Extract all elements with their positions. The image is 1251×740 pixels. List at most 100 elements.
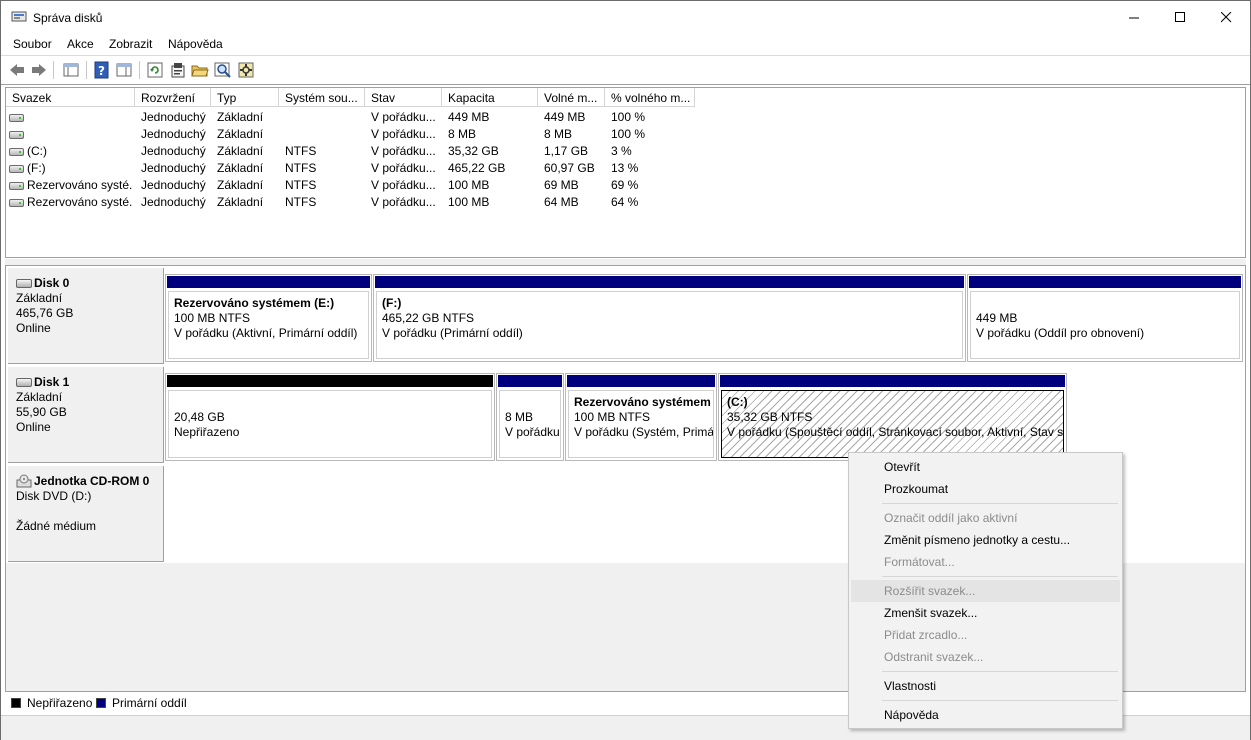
ctx-separator (882, 700, 1118, 701)
partition-8mb[interactable]: 8 MB V pořádku (496, 373, 564, 461)
ctx-properties[interactable]: Vlastnosti (851, 675, 1120, 697)
ctx-separator (882, 503, 1118, 504)
console-tree-icon[interactable] (62, 61, 80, 79)
toolbar-separator (139, 61, 140, 79)
column-header-layout[interactable]: Rozvržení (135, 88, 211, 107)
cdrom-kind: Disk DVD (D:) (16, 489, 92, 503)
primary-partition-bar (566, 374, 716, 388)
partition-status: V pořádku (Primární oddíl) (382, 326, 523, 340)
disk-1-state: Online (16, 420, 51, 434)
partition-status: V pořádku (505, 425, 560, 439)
maximize-button[interactable] (1157, 1, 1203, 34)
disk-1-label[interactable]: Disk 1 Základní 55,90 GB Online (8, 367, 164, 463)
ctx-open[interactable]: Otevřít (851, 456, 1120, 478)
properties-icon[interactable] (169, 61, 187, 79)
show-panel-icon[interactable] (115, 61, 133, 79)
table-row[interactable]: (F:) Jednoduchý Základní NTFS V pořádku... 46… (6, 160, 706, 177)
close-button[interactable] (1203, 1, 1249, 34)
minimize-icon (1128, 17, 1139, 19)
disk-0-name-container: Disk 0 (16, 276, 163, 291)
column-header-capacity[interactable]: Kapacita (442, 88, 538, 107)
settings-icon[interactable] (237, 61, 255, 79)
menu-soubor[interactable]: Soubor (13, 37, 52, 51)
cell-layout: Jednoduchý (141, 161, 206, 175)
ctx-help[interactable]: Nápověda (851, 704, 1120, 726)
cdrom-name: Jednotka CD-ROM 0 (34, 474, 150, 488)
disk-management-window: Správa disků Soubor Akce Zobrazit Nápově… (0, 0, 1251, 740)
hard-disk-icon (16, 279, 32, 288)
partition-recovery[interactable]: 449 MB V pořádku (Oddíl pro obnovení) (967, 274, 1243, 362)
ctx-separator (882, 576, 1118, 577)
disk-1-kind: Základní (16, 390, 63, 404)
disk-row-0: Disk 0 Základní 465,76 GB Online Rezervo… (6, 266, 1245, 364)
partition-system-reserved[interactable]: Rezervováno systémem 100 MB NTFS V pořád… (565, 373, 717, 461)
cell-free: 449 MB (544, 110, 586, 124)
ctx-explore[interactable]: Prozkoumat (851, 478, 1120, 500)
table-row[interactable]: Jednoduchý Základní V pořádku... 8 MB 8 MB 10… (6, 126, 706, 143)
column-header-status[interactable]: Stav (365, 88, 442, 107)
unallocated-bar (166, 374, 494, 388)
forward-icon[interactable] (30, 61, 48, 79)
partition-title (174, 395, 486, 410)
refresh-icon[interactable] (146, 61, 164, 79)
partition-system-reserved-e[interactable]: Rezervováno systémem (E:) 100 MB NTFS V … (165, 274, 372, 362)
partition-f[interactable]: (F:) 465,22 GB NTFS V pořádku (Primární … (373, 274, 966, 362)
volume-drive-icon (9, 165, 24, 173)
partition-size: 8 MB (505, 410, 534, 424)
help-icon[interactable]: ? (93, 61, 111, 79)
disk-0-label[interactable]: Disk 0 Základní 465,76 GB Online (8, 268, 164, 364)
column-header-type[interactable]: Typ (211, 88, 279, 107)
ctx-mark-active: Označit oddíl jako aktivní (884, 511, 1018, 525)
partition-status: V pořádku (Oddíl pro obnovení) (976, 326, 1145, 340)
partition-size: 100 MB NTFS (574, 410, 651, 424)
back-icon[interactable] (8, 61, 26, 79)
disk-0-kind: Základní (16, 291, 63, 305)
table-row[interactable]: Rezervováno systé... Jednoduchý Základní NT… (6, 177, 706, 194)
context-menu: Otevřít Prozkoumat Označit oddíl jako ak… (848, 452, 1123, 729)
menu-akce[interactable]: Akce (67, 37, 94, 51)
cell-name: (C:) (27, 144, 47, 158)
cell-type: Základní (217, 127, 264, 141)
partition-unallocated[interactable]: 20,48 GB Nepřiřazeno (165, 373, 495, 461)
column-header-free[interactable]: Volné m... (538, 88, 605, 107)
minimize-button[interactable] (1111, 1, 1157, 34)
disk-1-size: 55,90 GB (16, 405, 67, 419)
cell-type: Základní (217, 178, 264, 192)
cdrom-state: Žádné médium (16, 519, 97, 533)
volume-drive-icon (9, 182, 24, 190)
open-folder-icon[interactable] (191, 61, 209, 79)
table-row[interactable]: Rezervováno systé... Jednoduchý Základní NT… (6, 194, 706, 211)
table-row[interactable]: Jednoduchý Základní V pořádku... 449 MB 449 … (6, 109, 706, 126)
legend-primary-label: Primární oddíl (112, 696, 187, 710)
cell-layout: Jednoduchý (141, 144, 206, 158)
explore-icon[interactable] (214, 61, 232, 79)
cell-capacity: 449 MB (448, 110, 490, 124)
cell-capacity: 100 MB (448, 178, 490, 192)
cell-fs: NTFS (285, 144, 317, 158)
cell-layout: Jednoduchý (141, 195, 206, 209)
disk-management-app-icon (11, 11, 27, 22)
partition-size: 35,32 GB NTFS (727, 410, 813, 424)
partition-title: (C:) (727, 395, 748, 409)
primary-partition-bar (719, 374, 1066, 388)
column-header-volume[interactable]: Svazek (6, 88, 135, 107)
ctx-shrink-volume[interactable]: Zmenšit svazek... (851, 602, 1120, 624)
disk-1-partitions: 20,48 GB Nepřiřazeno 8 MB V pořádku Reze… (165, 367, 1069, 463)
table-row[interactable]: (C:) Jednoduchý Základní NTFS V pořádku... 35… (6, 143, 706, 160)
partition-c-selected[interactable]: (C:) 35,32 GB NTFS V pořádku (Spouštěcí … (718, 373, 1067, 461)
cell-fs: NTFS (285, 161, 317, 175)
cell-capacity: 100 MB (448, 195, 490, 209)
cdrom-label[interactable]: Jednotka CD-ROM 0 Disk DVD (D:) Žádné mé… (8, 466, 164, 562)
svg-text:?: ? (98, 64, 105, 78)
volume-drive-icon (9, 114, 24, 122)
legend-unallocated-label: Nepřiřazeno (27, 696, 93, 710)
toolbar-separator (53, 61, 54, 79)
column-header-filesystem[interactable]: Systém sou... (279, 88, 365, 107)
column-header-percent-free[interactable]: % volného m... (605, 88, 695, 107)
cell-fs: NTFS (285, 178, 317, 192)
partition-body: Rezervováno systémem (E:) 100 MB NTFS V … (168, 291, 369, 359)
menu-napoveda[interactable]: Nápověda (168, 37, 223, 51)
ctx-change-drive-letter[interactable]: Změnit písmeno jednotky a cestu... (851, 529, 1120, 551)
ctx-delete-volume: Odstranit svazek... (884, 650, 984, 664)
menu-zobrazit[interactable]: Zobrazit (109, 37, 152, 51)
